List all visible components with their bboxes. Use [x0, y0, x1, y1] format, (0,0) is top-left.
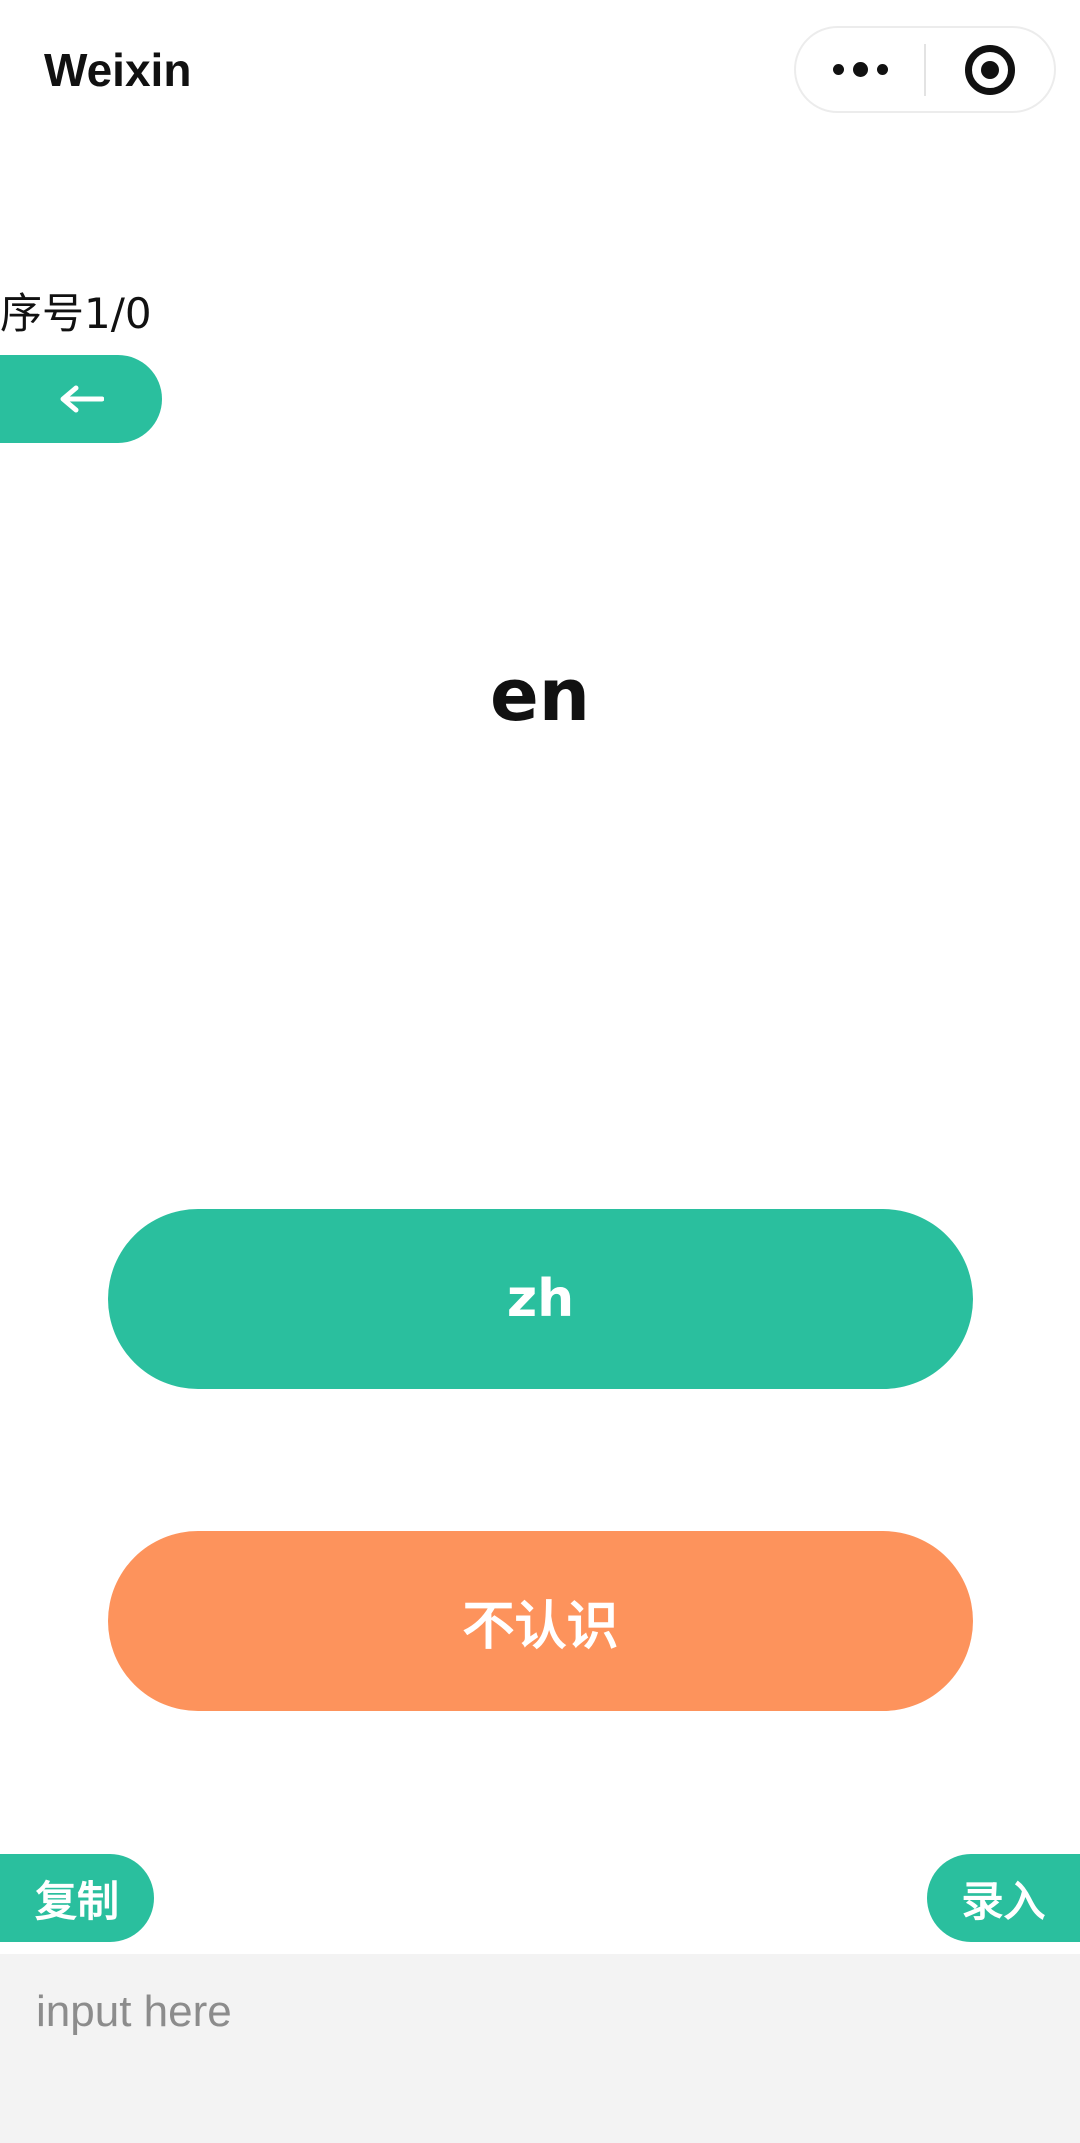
back-button[interactable]	[0, 355, 162, 443]
page: Weixin 序号1/0 en zh 不认识 复制 录入	[0, 0, 1080, 2143]
enter-button[interactable]: 录入	[927, 1854, 1080, 1942]
unknown-button[interactable]: 不认识	[108, 1531, 973, 1711]
app-title: Weixin	[44, 44, 192, 96]
copy-label: 复制	[34, 1876, 119, 1926]
input-area	[0, 1954, 1080, 2143]
text-input[interactable]	[36, 1974, 1046, 2050]
copy-button[interactable]: 复制	[0, 1854, 154, 1942]
unknown-label: 不认识	[462, 1596, 619, 1657]
mini-program-capsule	[794, 26, 1056, 113]
known-answer-label: zh	[506, 1269, 575, 1329]
more-dots-icon	[832, 62, 888, 77]
more-menu-button[interactable]	[796, 28, 924, 111]
word-display: en	[489, 653, 591, 737]
enter-label: 录入	[961, 1876, 1046, 1926]
target-circle-icon	[965, 44, 1015, 95]
known-answer-button[interactable]: zh	[108, 1209, 973, 1389]
arrow-left-icon	[60, 385, 104, 413]
close-mini-program-button[interactable]	[926, 28, 1054, 111]
index-counter: 序号1/0	[0, 289, 152, 338]
